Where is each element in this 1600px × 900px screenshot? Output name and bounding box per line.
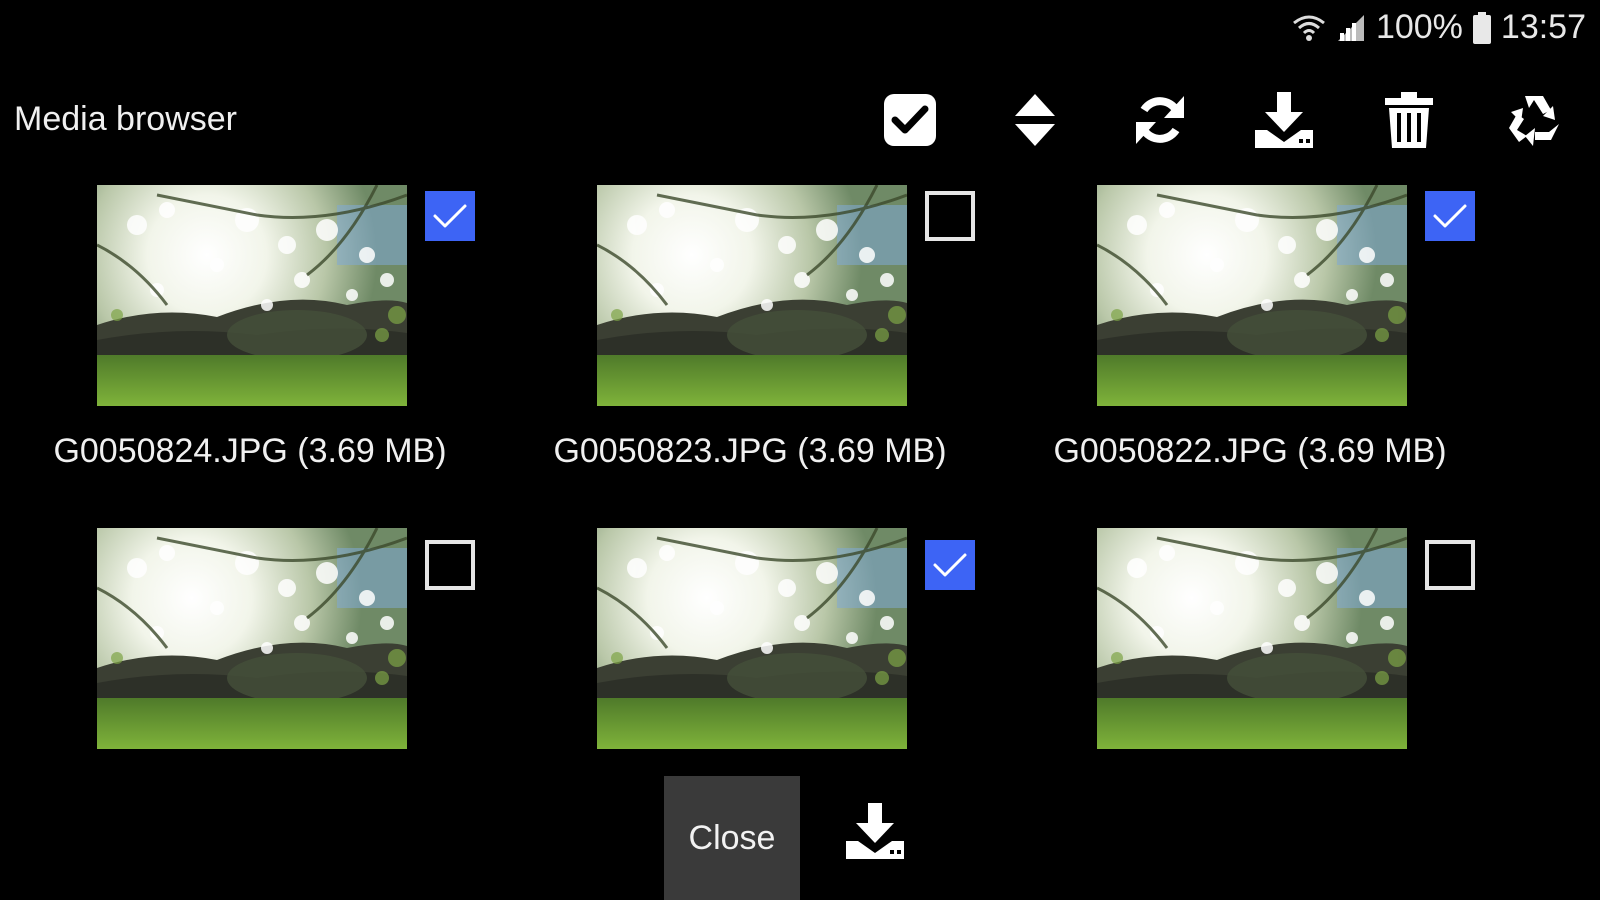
clock: 13:57 [1500,8,1586,46]
media-tile: G0050824.JPG (3.69 MB) [0,0,500,470]
close-button[interactable]: Close [664,776,800,900]
select-checkbox[interactable] [1425,191,1475,241]
download-icon [844,801,906,866]
media-browser-screen: 100% 13:57 Media browser G0050824.JPG (3… [0,0,1600,900]
media-thumbnail[interactable] [597,528,907,749]
download-selected-button[interactable] [842,800,908,866]
recycle-button[interactable] [1500,88,1568,156]
media-tile [500,343,1000,749]
select-checkbox[interactable] [925,191,975,241]
media-tile [1000,343,1500,749]
media-tile: G0050822.JPG (3.69 MB) [1000,0,1500,470]
media-thumbnail[interactable] [97,528,407,749]
select-checkbox[interactable] [1425,540,1475,590]
recycle-icon [1503,90,1565,155]
media-tile [0,343,500,749]
select-checkbox[interactable] [925,540,975,590]
media-thumbnail[interactable] [1097,528,1407,749]
checkmark-icon [433,204,467,228]
select-checkbox[interactable] [425,540,475,590]
checkmark-icon [933,553,967,577]
select-checkbox[interactable] [425,191,475,241]
media-tile: G0050823.JPG (3.69 MB) [500,0,1000,470]
checkmark-icon [1433,204,1467,228]
